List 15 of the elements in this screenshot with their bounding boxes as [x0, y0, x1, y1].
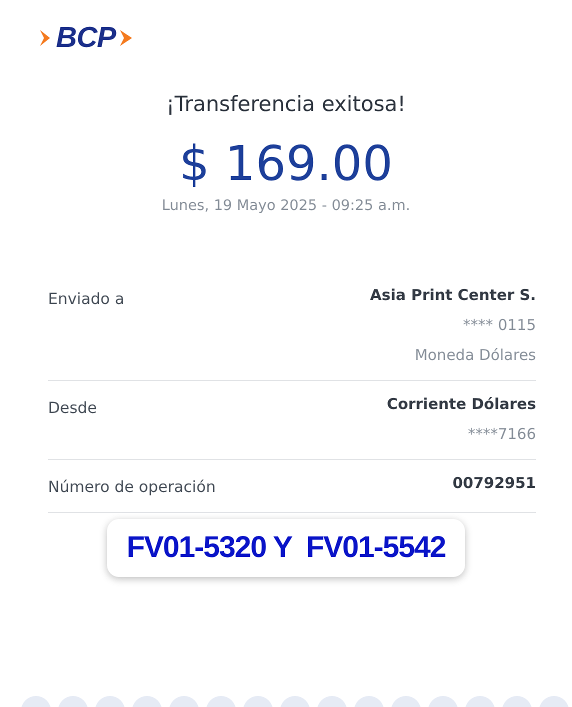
detail-label: Desde	[48, 399, 97, 419]
success-title: ¡Transferencia exitosa!	[166, 92, 406, 116]
detail-value: Corriente Dólares	[386, 395, 536, 413]
detail-value: **** 0115	[463, 316, 536, 334]
amount: $ 169.00	[179, 136, 393, 192]
detail-value: 00792951	[452, 474, 536, 492]
detail-value: Asia Print Center S.	[370, 286, 536, 304]
logo: BCP	[56, 22, 116, 54]
date-time: Lunes, 19 Mayo 2025 - 09:25 a.m.	[162, 198, 410, 214]
invoice-note: FV01-5320 Y FV01-5542	[106, 519, 466, 577]
detail-value: Moneda Dólares	[414, 346, 536, 364]
chevron-icon	[118, 28, 134, 48]
detail-label: Enviado a	[48, 290, 124, 310]
detail-label: Número de operación	[48, 478, 216, 496]
detail-value: ****7166	[468, 425, 536, 443]
